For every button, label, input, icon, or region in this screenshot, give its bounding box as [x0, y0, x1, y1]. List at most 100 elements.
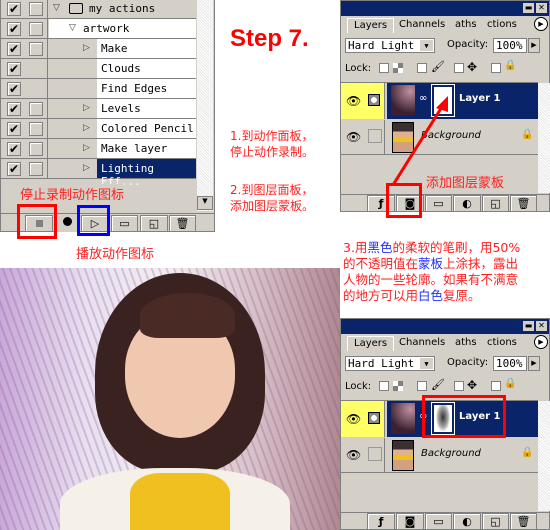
visibility-toggle[interactable]: 👁	[341, 438, 385, 473]
action-label: Find Edges	[101, 82, 168, 95]
tab-layers[interactable]: Layers	[347, 336, 395, 351]
lock-icon: 🔒	[521, 129, 534, 140]
tab-actions[interactable]: ctions	[487, 336, 517, 351]
action-item[interactable]: ✔ ▷ Colored Pencil	[1, 119, 196, 139]
close-button[interactable]: ✕	[536, 321, 547, 331]
lock-image-checkbox[interactable]	[417, 63, 427, 73]
action-item[interactable]: ✔ ▷ Make layer	[1, 139, 196, 159]
blend-mode-select[interactable]: Hard Light ▼	[345, 38, 435, 53]
minimize-button[interactable]: ▬	[523, 3, 534, 13]
collapsed-triangle-icon[interactable]: ▷	[83, 123, 90, 133]
dialog-toggle[interactable]	[29, 2, 43, 16]
toggle-checkbox[interactable]: ✔	[7, 102, 21, 116]
new-layer-button[interactable]: ◱	[482, 195, 509, 212]
dialog-toggle[interactable]	[29, 162, 43, 176]
expand-triangle-icon[interactable]: ▽	[53, 3, 60, 13]
layer-name: Background	[421, 448, 481, 459]
blend-mode-value: Hard Light	[348, 39, 415, 52]
eye-icon: 👁	[346, 412, 362, 426]
action-label: my actions	[89, 2, 156, 15]
opacity-input[interactable]: 100%	[493, 38, 527, 53]
layers-scrollbar[interactable]	[538, 401, 550, 511]
tab-label: Layers	[354, 20, 388, 31]
lock-image-checkbox[interactable]	[417, 381, 427, 391]
collapsed-triangle-icon[interactable]: ▷	[83, 143, 90, 153]
new-layer-button[interactable]: ◱	[482, 513, 509, 530]
toggle-checkbox[interactable]: ✔	[7, 22, 21, 36]
new-action-button[interactable]: ◱	[140, 215, 168, 232]
action-item[interactable]: ✔ ▷ Make	[1, 39, 196, 59]
lock-all-checkbox[interactable]	[491, 63, 501, 73]
tab-label: ctions	[487, 19, 517, 30]
tab-channels[interactable]: Channels	[399, 336, 445, 351]
lock-position-checkbox[interactable]	[454, 63, 464, 73]
opacity-input[interactable]: 100%	[493, 356, 527, 371]
action-item[interactable]: ✔ Find Edges	[1, 79, 196, 99]
toggle-checkbox[interactable]: ✔	[7, 2, 21, 16]
opacity-slider-button[interactable]: ▶	[528, 38, 540, 53]
layer-style-button[interactable]: ƒ	[367, 513, 395, 530]
tab-channels[interactable]: Channels	[399, 18, 445, 33]
layers-scrollbar[interactable]	[538, 83, 550, 193]
panel-title-bar[interactable]: ▬ ✕	[341, 319, 549, 334]
mask-button-highlight-box	[386, 183, 422, 218]
scroll-down-button[interactable]: ▼	[197, 196, 213, 210]
toggle-checkbox[interactable]: ✔	[7, 62, 21, 76]
blend-mode-select[interactable]: Hard Light ▼	[345, 356, 435, 371]
lock-position-checkbox[interactable]	[454, 381, 464, 391]
adjustment-layer-button[interactable]: ◐	[453, 513, 481, 530]
dialog-toggle[interactable]	[29, 22, 43, 36]
text: 3.用	[343, 240, 368, 255]
dialog-toggle[interactable]	[29, 122, 43, 136]
toggle-checkbox[interactable]: ✔	[7, 42, 21, 56]
collapsed-triangle-icon[interactable]: ▷	[83, 103, 90, 113]
tab-paths[interactable]: aths	[455, 336, 477, 351]
panel-menu-button[interactable]: ▶	[534, 17, 548, 31]
layer-row-background[interactable]: 👁 Background 🔒	[341, 438, 538, 473]
dialog-toggle[interactable]	[29, 102, 43, 116]
mask-annotation: 添加图层蒙板	[426, 176, 505, 191]
toggle-checkbox[interactable]: ✔	[7, 82, 21, 96]
new-group-button[interactable]: ▭	[425, 513, 452, 530]
collapsed-triangle-icon[interactable]: ▷	[83, 163, 90, 173]
panel-title-bar[interactable]: ▬ ✕	[341, 1, 549, 16]
new-set-button[interactable]: ▭	[111, 215, 138, 232]
visibility-toggle[interactable]: 👁	[341, 401, 385, 437]
tab-actions[interactable]: ctions	[487, 18, 517, 33]
instruction-line: 1.到动作面板，	[230, 129, 314, 143]
close-button[interactable]: ✕	[536, 3, 547, 13]
play-highlight-box	[77, 205, 110, 236]
lock-transparency-checkbox[interactable]	[379, 63, 389, 73]
action-label: Make layer	[101, 142, 168, 155]
collapsed-triangle-icon[interactable]: ▷	[83, 43, 90, 53]
trash-icon: 🗑	[516, 515, 531, 528]
expand-triangle-icon[interactable]: ▽	[69, 23, 76, 33]
add-layer-mask-button[interactable]: ◙	[396, 513, 424, 530]
action-item[interactable]: ✔ ▽ my actions	[1, 0, 196, 19]
tab-layers[interactable]: Layers	[347, 18, 395, 33]
action-item[interactable]: ✔ ▽ artwork	[1, 19, 196, 39]
dialog-toggle[interactable]	[29, 142, 43, 156]
tab-label: aths	[455, 337, 477, 348]
toggle-checkbox[interactable]: ✔	[7, 122, 21, 136]
actions-scrollbar[interactable]	[197, 0, 213, 211]
delete-layer-button[interactable]: 🗑	[510, 513, 537, 530]
minimize-button[interactable]: ▬	[523, 321, 534, 331]
delete-layer-button[interactable]: 🗑	[510, 195, 537, 212]
delete-button[interactable]: 🗑	[169, 215, 196, 232]
chevron-down-icon: ▼	[420, 358, 433, 369]
adjustment-icon: ◐	[462, 515, 472, 528]
lock-all-checkbox[interactable]	[491, 381, 501, 391]
action-item[interactable]: ✔ ▷ Lighting Eff...	[1, 159, 196, 188]
tab-paths[interactable]: aths	[455, 18, 477, 33]
opacity-slider-button[interactable]: ▶	[528, 356, 540, 371]
lock-transparency-checkbox[interactable]	[379, 381, 389, 391]
action-item[interactable]: ✔ ▷ Levels	[1, 99, 196, 119]
text: 蒙板	[418, 256, 444, 271]
toggle-checkbox[interactable]: ✔	[7, 162, 21, 176]
toggle-checkbox[interactable]: ✔	[7, 142, 21, 156]
dialog-toggle[interactable]	[29, 42, 43, 56]
layer-name: Layer 1	[459, 93, 501, 104]
panel-menu-button[interactable]: ▶	[534, 335, 548, 349]
action-item[interactable]: ✔ Clouds	[1, 59, 196, 79]
